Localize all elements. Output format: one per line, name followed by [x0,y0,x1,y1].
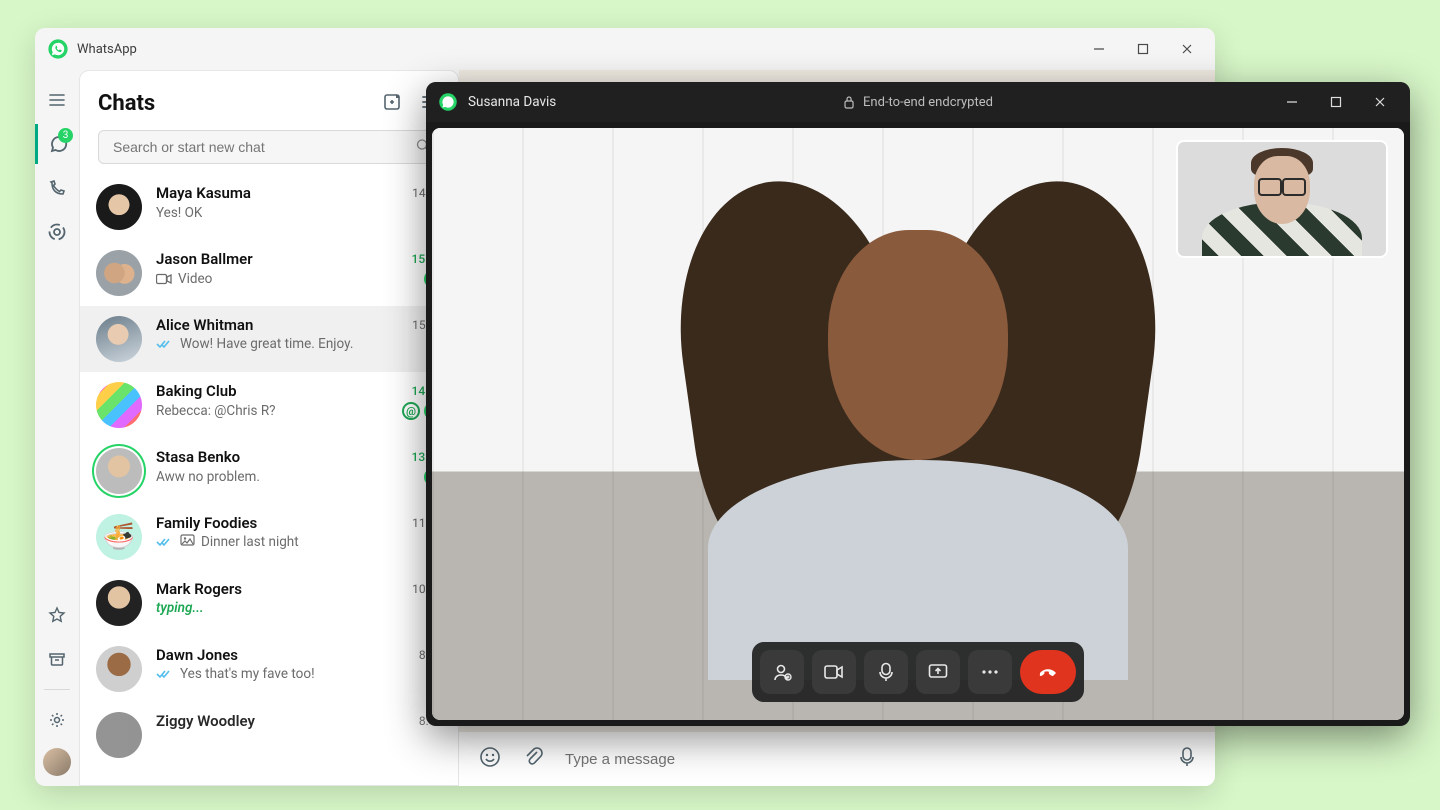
chat-row[interactable]: Jason Ballmer 15:22 Video 3 [80,240,458,306]
nav-archived-button[interactable] [35,639,79,679]
call-window-maximize-button[interactable] [1314,88,1358,116]
window-close-button[interactable] [1165,34,1209,64]
search-wrapper [98,130,440,164]
nav-menu-button[interactable] [35,80,79,120]
window-maximize-button[interactable] [1121,34,1165,64]
chat-row[interactable]: Stasa Benko 13:55 Aww no problem. 2 [80,438,458,504]
chat-list-title: Chats [98,91,155,116]
chat-preview: typing... [156,600,204,616]
chat-preview: Video [178,271,212,287]
lock-icon [843,95,855,109]
chat-preview: Aww no problem. [156,469,260,485]
chat-name: Maya Kasuma [156,184,251,202]
chat-preview: Yes! OK [156,205,202,221]
chat-preview: Yes that's my fave too! [180,666,315,682]
avatar [96,712,142,758]
chat-preview: Wow! Have great time. Enjoy. [180,336,353,352]
whatsapp-logo-icon [438,92,458,112]
nav-settings-button[interactable] [35,700,79,740]
chat-preview: Rebecca: @Chris R? [156,403,276,419]
whatsapp-logo-icon [47,38,69,60]
attach-button[interactable] [523,746,543,772]
chat-row[interactable]: Ziggy Woodley 8:12 [80,702,458,768]
avatar [96,580,142,626]
app-title: WhatsApp [77,42,137,57]
nav-calls-button[interactable] [35,168,79,208]
chat-row[interactable]: Maya Kasuma 14:56 Yes! OK [80,174,458,240]
video-icon [156,273,172,285]
window-minimize-button[interactable] [1077,34,1121,64]
avatar [96,382,142,428]
read-ticks-icon [156,536,174,548]
nav-chats-badge: 3 [58,128,73,143]
call-window-close-button[interactable] [1358,88,1402,116]
nav-rail: 3 [35,70,79,786]
avatar [96,316,142,362]
chat-name: Jason Ballmer [156,250,253,268]
chat-preview: Dinner last night [201,534,299,550]
chat-row[interactable]: Baking Club 14:47 Rebecca: @Chris R? @ 1 [80,372,458,438]
toggle-camera-button[interactable] [812,650,856,694]
chat-name: Family Foodies [156,514,257,532]
hangup-button[interactable] [1020,650,1076,694]
nav-profile-avatar[interactable] [43,748,71,776]
chat-row[interactable]: 🍜 Family Foodies 11:27 Dinner last night [80,504,458,570]
encryption-label: End-to-end endcrypted [843,95,993,110]
chat-name: Dawn Jones [156,646,238,664]
voice-button[interactable] [1179,746,1195,772]
titlebar: WhatsApp [35,28,1215,70]
avatar [96,250,142,296]
chat-name: Baking Club [156,382,237,400]
chat-name: Stasa Benko [156,448,240,466]
avatar [96,448,142,494]
mention-icon: @ [402,402,420,420]
call-video-stage [432,128,1404,720]
more-options-button[interactable] [968,650,1012,694]
photo-icon [180,534,195,550]
read-ticks-icon [156,668,174,680]
chat-list[interactable]: Maya Kasuma 14:56 Yes! OK Jason [80,174,458,785]
chat-name: Mark Rogers [156,580,242,598]
call-window-minimize-button[interactable] [1270,88,1314,116]
new-chat-button[interactable] [382,92,402,116]
read-ticks-icon [156,338,174,350]
emoji-button[interactable] [479,746,501,772]
chat-row[interactable]: Alice Whitman 15:11 Wow! Have great time… [80,306,458,372]
avatar: 🍜 [96,514,142,560]
call-controls [752,642,1084,702]
nav-chats-button[interactable]: 3 [35,124,79,164]
avatar [96,184,142,230]
chat-row[interactable]: Dawn Jones 8:33 Yes that's my fave too! [80,636,458,702]
search-input[interactable] [98,130,440,164]
chat-name: Ziggy Woodley [156,712,255,730]
avatar [96,646,142,692]
chat-list-panel: Chats [79,70,459,786]
call-peer-name: Susanna Davis [468,94,556,110]
nav-status-button[interactable] [35,212,79,252]
chat-name: Alice Whitman [156,316,253,334]
remote-video-feed [658,128,1178,680]
toggle-mic-button[interactable] [864,650,908,694]
chat-row[interactable]: Mark Rogers 10:55 typing... [80,570,458,636]
self-video-pip[interactable] [1176,140,1388,258]
nav-starred-button[interactable] [35,595,79,635]
composer [459,732,1215,786]
add-participant-button[interactable] [760,650,804,694]
chat-list-header: Chats [80,71,458,126]
message-input[interactable] [565,751,1157,768]
screen-share-button[interactable] [916,650,960,694]
call-window: Susanna Davis End-to-end endcrypted [426,82,1410,726]
call-titlebar: Susanna Davis End-to-end endcrypted [426,82,1410,122]
